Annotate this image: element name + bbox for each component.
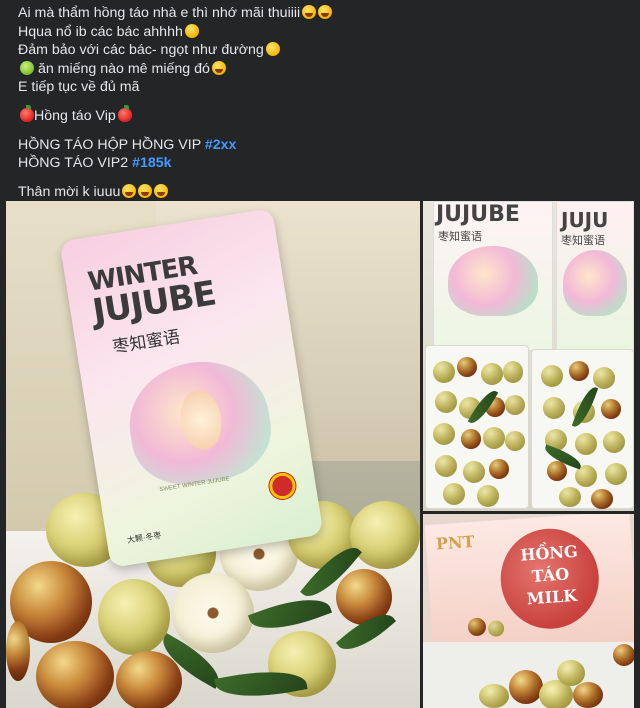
jujube-cut-half xyxy=(172,573,254,653)
gift-box: JUJUBE 枣知蜜语 xyxy=(433,201,553,351)
jujube-fruit xyxy=(503,361,523,383)
laughing-emoji-icon xyxy=(122,183,137,198)
post-line: Thân mời k iuuu xyxy=(18,183,628,202)
jujube-fruit xyxy=(603,431,625,453)
jujube-fruit xyxy=(543,397,565,419)
post-line: E tiếp tục về đủ mã xyxy=(18,79,140,96)
laughing-emoji-icon xyxy=(154,183,169,198)
card-title: WINTER JUJUBE xyxy=(85,250,219,333)
post-line: ăn miếng nào mê miếng đó xyxy=(18,60,628,79)
laughing-emoji-icon xyxy=(302,5,317,19)
post-line: HỒNG TÁO VIP2 #185k xyxy=(18,155,172,172)
jujube-fruit xyxy=(483,427,505,449)
jujube-fruit xyxy=(435,391,457,413)
post-line: HỒNG TÁO HỘP HỒNG VIP #2xx xyxy=(18,136,237,153)
jujube-fruit xyxy=(489,459,509,479)
jujube-fruit xyxy=(433,423,455,445)
jujube-fruit xyxy=(509,670,543,704)
jujube-fruit xyxy=(350,501,420,569)
box-label: HỒNG TÁO MILK xyxy=(519,541,579,609)
jujube-fruit xyxy=(505,395,525,415)
photo-grid: WINTER JUJUBE 枣知蜜语 SWEET WINTER JUJUBE 大… xyxy=(6,201,634,708)
jujube-fruit xyxy=(477,485,499,507)
laughing-emoji-icon xyxy=(211,60,226,75)
jujube-fruit xyxy=(435,455,457,477)
jujube-fruit xyxy=(591,489,613,509)
brand-logo: PNT xyxy=(435,531,476,554)
jujube-fruit xyxy=(433,361,455,383)
hashtag-link[interactable]: #185k xyxy=(132,155,171,171)
jujube-fruit xyxy=(443,483,465,505)
box-illustration xyxy=(563,250,627,316)
card-badge-icon xyxy=(266,469,299,502)
yum-emoji-icon xyxy=(265,42,280,57)
post-line: Hồng táo Vip xyxy=(18,104,628,126)
hashtag-link[interactable]: #2xx xyxy=(205,137,237,153)
jujube-fruit xyxy=(575,433,597,455)
gift-box: JUJU 枣知蜜语 xyxy=(556,201,634,351)
post-line: Ai mà thẩm hồng táo nhà e thì nhớ mãi th… xyxy=(18,4,628,23)
jujube-fruit xyxy=(116,651,182,708)
jujube-fruit xyxy=(36,641,114,708)
jujube-fruit xyxy=(467,617,487,637)
jujube-fruit xyxy=(463,461,485,483)
jujube-fruit xyxy=(569,361,589,381)
laughing-emoji-icon xyxy=(318,5,333,19)
photo-bottom-right[interactable]: PNT HỒNG TÁO MILK xyxy=(423,514,634,708)
jujube-fruit xyxy=(481,363,503,385)
jujube-fruit xyxy=(479,684,509,708)
jujube-fruit xyxy=(547,461,567,481)
jujube-fruit xyxy=(613,644,634,666)
jujube-fruit xyxy=(573,682,603,708)
milk-gift-box: PNT HỒNG TÁO MILK xyxy=(424,514,634,655)
jujube-fruit xyxy=(541,365,563,387)
jujube-fruit xyxy=(457,357,477,377)
jujube-fruit xyxy=(487,620,505,638)
post-line: Hqua nổ ib các bác ahhhh xyxy=(18,23,628,42)
jujube-fruit xyxy=(557,660,585,686)
photo-main[interactable]: WINTER JUJUBE 枣知蜜语 SWEET WINTER JUJUBE 大… xyxy=(6,201,420,708)
laughing-emoji-icon xyxy=(138,183,153,198)
box-illustration xyxy=(448,246,538,316)
red-apple-emoji-icon xyxy=(117,104,132,122)
green-apple-emoji-icon xyxy=(20,60,34,75)
card-footer: 大颗·冬枣 xyxy=(126,530,163,545)
jujube-fruit xyxy=(601,399,621,419)
jujube-fruit xyxy=(6,621,30,681)
red-apple-emoji-icon xyxy=(20,104,34,122)
jujube-fruit xyxy=(559,487,581,507)
post-text: Ai mà thẩm hồng táo nhà e thì nhớ mãi th… xyxy=(18,4,628,201)
photo-top-right[interactable]: JUJUBE 枣知蜜语 JUJU 枣知蜜语 xyxy=(423,201,634,511)
card-fairy-illustration xyxy=(120,351,278,493)
jujube-fruit xyxy=(605,463,627,485)
jujube-fruit xyxy=(505,431,525,451)
jujube-fruit xyxy=(593,367,615,389)
jujube-fruit xyxy=(98,579,170,655)
post-line: Đảm bảo với các bác- ngọt như đường xyxy=(18,41,628,60)
jujube-fruit xyxy=(461,429,481,449)
shocked-emoji-icon xyxy=(184,23,199,38)
